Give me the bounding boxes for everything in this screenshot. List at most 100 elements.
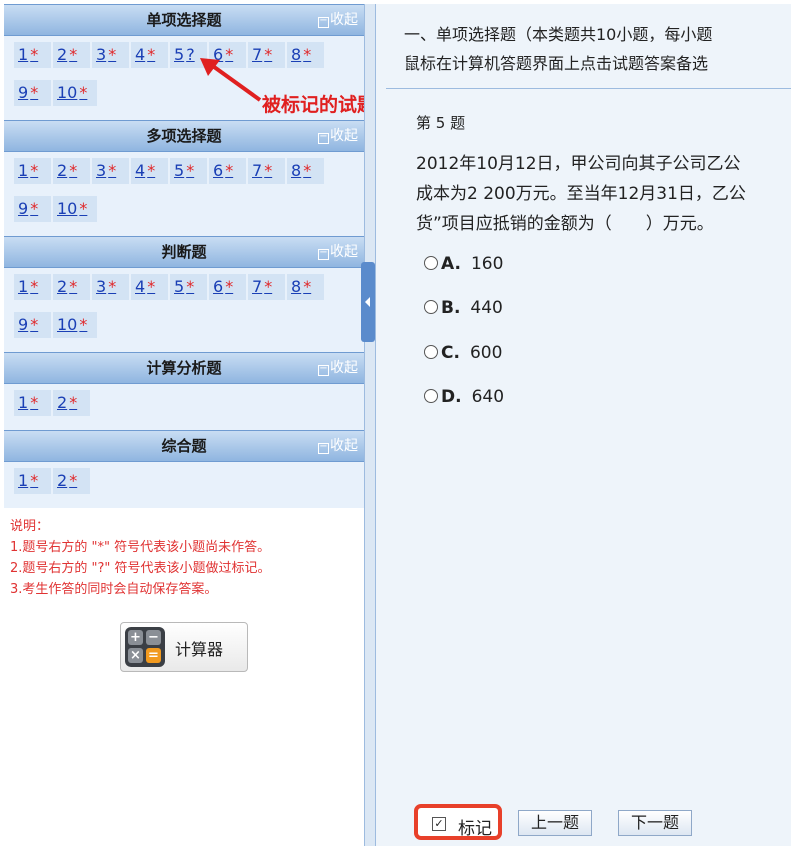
- radio-icon[interactable]: [424, 256, 438, 270]
- question-link[interactable]: 7 *: [248, 158, 285, 184]
- radio-icon[interactable]: [424, 345, 438, 359]
- divider-line: [386, 88, 791, 89]
- question-number-label: 1: [18, 471, 29, 490]
- collapse-button[interactable]: − 收起: [318, 431, 358, 461]
- question-number-label: 2: [57, 471, 68, 490]
- question-number-label: 4: [135, 45, 146, 64]
- question-number-label: 5: [174, 277, 185, 296]
- section-title: 多项选择题: [146, 127, 222, 145]
- question-link[interactable]: 4 *: [131, 274, 168, 300]
- collapse-button[interactable]: − 收起: [318, 5, 358, 35]
- instruction-line: 3.考生作答的同时会自动保存答案。: [10, 582, 218, 597]
- question-link[interactable]: 3 *: [92, 274, 129, 300]
- option-d[interactable]: D. 640: [424, 387, 504, 407]
- question-link[interactable]: 2 *: [53, 390, 90, 416]
- question-link[interactable]: 1 *: [14, 390, 51, 416]
- question-number-label: 1: [18, 45, 29, 64]
- question-link[interactable]: 8 *: [287, 42, 324, 68]
- question-link[interactable]: 1 *: [14, 158, 51, 184]
- question-panel: 一、单项选择题（本类题共10小题，每小题 鼠标在计算机答题界面上点击试题答案备选…: [376, 4, 791, 846]
- question-link[interactable]: 2 *: [53, 274, 90, 300]
- question-number-label: 5: [174, 45, 185, 64]
- question-link[interactable]: 3 *: [92, 158, 129, 184]
- section-header: 综合题 − 收起: [4, 430, 364, 462]
- collapse-button[interactable]: − 收起: [318, 353, 358, 383]
- question-link[interactable]: 10 *: [53, 196, 97, 222]
- previous-question-button[interactable]: 上一题: [518, 810, 592, 836]
- radio-icon[interactable]: [424, 389, 438, 403]
- answer-status-mark: *: [108, 277, 117, 296]
- panel-divider: [364, 4, 376, 846]
- question-link[interactable]: 6 *: [209, 274, 246, 300]
- mark-button[interactable]: ✓ 标记: [414, 804, 502, 840]
- question-number-label: 9: [18, 315, 29, 334]
- collapse-button[interactable]: − 收起: [318, 121, 358, 151]
- collapse-icon: −: [318, 15, 329, 28]
- option-c[interactable]: C. 600: [424, 343, 502, 363]
- answer-status-mark: *: [186, 277, 195, 296]
- question-link[interactable]: 5 *: [170, 274, 207, 300]
- answer-status-mark: *: [30, 45, 39, 64]
- question-link[interactable]: 8 *: [287, 274, 324, 300]
- answer-status-mark: *: [264, 277, 273, 296]
- question-link[interactable]: 1 *: [14, 468, 51, 494]
- collapse-label: 收起: [330, 438, 358, 454]
- question-link[interactable]: 10 *: [53, 312, 97, 338]
- question-number-label: 8: [291, 161, 302, 180]
- question-number-label: 3: [96, 161, 107, 180]
- collapse-panel-handle[interactable]: [361, 262, 375, 342]
- section-list: 单项选择题 − 收起 1 * 2 * 3 * 4 * 5? 6 * 7 * 8 * 9 * 10 * 多项选择题 − 收起 1 * 2…: [4, 4, 364, 508]
- question-link[interactable]: 3 *: [92, 42, 129, 68]
- question-link[interactable]: 4 *: [131, 158, 168, 184]
- question-grid: 1 * 2 *: [4, 384, 364, 430]
- answer-status-mark: *: [79, 83, 88, 102]
- next-question-button[interactable]: 下一题: [618, 810, 692, 836]
- instructions-title: 说明：: [10, 519, 50, 534]
- answer-status-mark: *: [79, 315, 88, 334]
- option-a[interactable]: A. 160: [424, 254, 503, 274]
- question-link[interactable]: 9 *: [14, 312, 51, 338]
- question-link[interactable]: 2 *: [53, 468, 90, 494]
- question-link[interactable]: 2 *: [53, 158, 90, 184]
- question-link[interactable]: 2 *: [53, 42, 90, 68]
- radio-icon[interactable]: [424, 300, 438, 314]
- answer-status-mark: *: [303, 45, 312, 64]
- question-number-label: 7: [252, 161, 263, 180]
- instructions: 说明： 1.题号右方的 "*" 符号代表该小题尚未作答。 2.题号右方的 "?"…: [4, 508, 364, 600]
- section-header: 多项选择题 − 收起: [4, 120, 364, 152]
- question-link[interactable]: 6 *: [209, 158, 246, 184]
- question-link[interactable]: 7 *: [248, 274, 285, 300]
- answer-status-mark: *: [30, 393, 39, 412]
- answer-status-mark: *: [225, 161, 234, 180]
- question-link[interactable]: 8 *: [287, 158, 324, 184]
- collapse-icon: −: [318, 131, 329, 144]
- question-row: 1 * 2 *: [14, 468, 360, 506]
- question-grid: 1 * 2 *: [4, 462, 364, 508]
- question-link[interactable]: 4 *: [131, 42, 168, 68]
- question-row: 9 * 10 *: [14, 312, 360, 350]
- question-row: 1 * 2 * 3 * 4 * 5? 6 * 7 * 8 *: [14, 42, 360, 80]
- option-b[interactable]: B. 440: [424, 298, 503, 318]
- question-number-label: 8: [291, 277, 302, 296]
- question-link[interactable]: 1 *: [14, 274, 51, 300]
- question-link[interactable]: 9 *: [14, 80, 51, 106]
- calculator-button[interactable]: + − × = 计算器: [120, 622, 248, 672]
- question-link[interactable]: 10 *: [53, 80, 97, 106]
- answer-status-mark: *: [30, 199, 39, 218]
- question-link[interactable]: 9 *: [14, 196, 51, 222]
- answer-status-mark: *: [108, 45, 117, 64]
- question-number-label: 8: [291, 45, 302, 64]
- question-number-label: 3: [96, 45, 107, 64]
- question-line: 2012年10月12日，甲公司向其子公司乙公: [416, 154, 741, 174]
- checkbox-icon[interactable]: ✓: [432, 817, 446, 831]
- answer-status-mark: *: [225, 277, 234, 296]
- answer-status-mark: *: [69, 277, 78, 296]
- answer-status-mark: *: [303, 277, 312, 296]
- question-grid: 1 * 2 * 3 * 4 * 5 * 6 * 7 * 8 * 9 * 10 *: [4, 152, 364, 236]
- question-text: 2012年10月12日，甲公司向其子公司乙公 成本为2 200万元。至当年12月…: [416, 149, 791, 239]
- instruction-line: 1.题号右方的 "*" 符号代表该小题尚未作答。: [10, 540, 271, 555]
- question-number-label: 2: [57, 277, 68, 296]
- question-link[interactable]: 1 *: [14, 42, 51, 68]
- question-link[interactable]: 5 *: [170, 158, 207, 184]
- collapse-button[interactable]: − 收起: [318, 237, 358, 267]
